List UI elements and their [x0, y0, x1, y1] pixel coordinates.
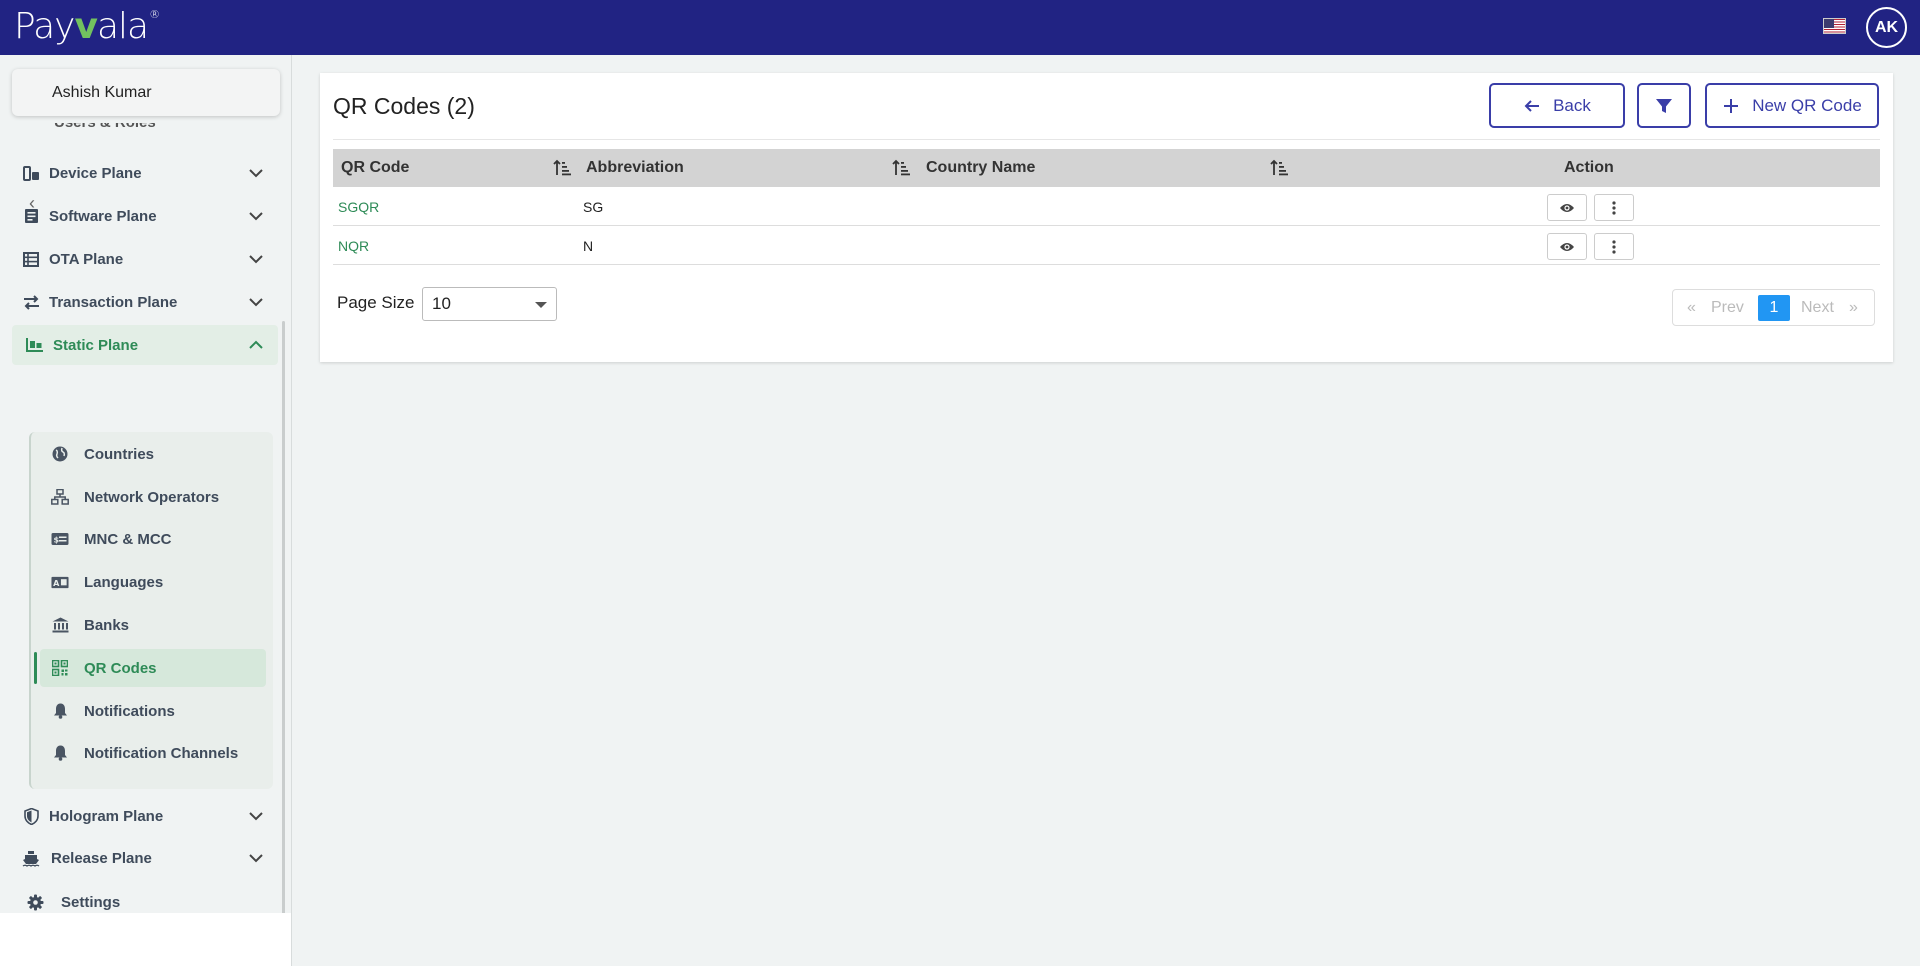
sidebar-item-users-roles[interactable]: Users & Roles ▼	[24, 123, 264, 137]
bell-icon	[51, 744, 69, 762]
chevron-down-icon	[249, 255, 263, 264]
eye-icon	[1560, 242, 1574, 251]
new-qr-code-button[interactable]: New QR Code	[1705, 83, 1879, 128]
chevron-down-icon	[249, 854, 263, 863]
language-icon: A	[51, 573, 69, 591]
arrow-left-icon	[1524, 99, 1540, 112]
sidebar-item-hologram-plane[interactable]: Hologram Plane	[12, 796, 278, 836]
sidebar-item-software-plane[interactable]: Software Plane	[12, 196, 278, 236]
chevron-down-icon: ▼	[253, 123, 263, 125]
filter-icon	[1656, 98, 1672, 113]
chevron-up-icon	[249, 340, 263, 349]
last-page-button[interactable]: »	[1849, 299, 1858, 317]
sidebar-item-languages[interactable]: A Languages	[40, 563, 266, 601]
sidebar-item-device-plane[interactable]: Device Plane	[12, 153, 278, 193]
sidebar-item-release-plane[interactable]: Release Plane	[12, 838, 278, 878]
chevron-down-icon	[249, 812, 263, 821]
sidebar-item-ota-plane[interactable]: OTA Plane	[12, 239, 278, 279]
user-name: Ashish Kumar	[52, 83, 152, 101]
column-header-abbreviation[interactable]: Abbreviation	[586, 159, 684, 177]
svg-text:$: $	[54, 536, 60, 545]
sidebar-scrollbar[interactable]	[282, 321, 285, 933]
chevron-down-icon	[249, 298, 263, 307]
network-icon	[51, 488, 69, 506]
bell-icon	[51, 702, 69, 720]
eye-icon	[1560, 203, 1574, 212]
column-header-action: Action	[1564, 159, 1614, 176]
bank-icon	[51, 616, 69, 634]
table-row: SGQR SG	[333, 187, 1880, 226]
sidebar-item-network-operators[interactable]: Network Operators	[40, 478, 266, 516]
prev-page-button[interactable]: Prev	[1711, 299, 1744, 317]
qr-code-link[interactable]: NQR	[338, 238, 369, 254]
user-avatar[interactable]: AK	[1866, 7, 1907, 48]
abbreviation-cell: N	[583, 238, 594, 254]
view-button[interactable]	[1547, 233, 1587, 260]
column-header-country-name[interactable]: Country Name	[926, 159, 1035, 177]
next-page-button[interactable]: Next	[1801, 299, 1834, 317]
cart-icon	[26, 336, 44, 354]
top-bar: Payvala® AK	[0, 0, 1920, 55]
qr-codes-card: QR Codes (2) Back New QR Code QR Code Ab…	[320, 73, 1893, 362]
qr-code-link[interactable]: SGQR	[338, 199, 379, 215]
pagination: « Prev 1 Next »	[1672, 289, 1875, 326]
abbreviation-cell: SG	[583, 199, 604, 215]
more-options-button[interactable]	[1594, 233, 1634, 260]
table-row: NQR N	[333, 226, 1880, 265]
caret-down-icon	[535, 302, 547, 308]
static-plane-submenu: Countries Network Operators $ MNC & MCC …	[29, 432, 273, 789]
sidebar-item-countries[interactable]: Countries	[40, 435, 266, 473]
user-card[interactable]: Ashish Kumar	[12, 69, 280, 116]
sidebar-item-transaction-plane[interactable]: Transaction Plane	[12, 282, 278, 322]
filter-button[interactable]	[1637, 83, 1691, 128]
money-card-icon: $	[51, 530, 69, 548]
first-page-button[interactable]: «	[1687, 299, 1696, 317]
document-icon	[22, 207, 40, 225]
list-icon	[22, 250, 40, 268]
more-options-button[interactable]	[1594, 194, 1634, 221]
sidebar-item-qr-codes[interactable]: QR Codes	[34, 649, 266, 687]
paycala-logo[interactable]: Payvala®	[14, 6, 160, 47]
chevron-down-icon	[249, 169, 263, 178]
page-size-label: Page Size	[337, 293, 415, 312]
page-title: QR Codes (2)	[333, 93, 475, 119]
sort-icon[interactable]	[553, 159, 571, 177]
sort-icon[interactable]	[1270, 159, 1288, 177]
more-vertical-icon	[1612, 239, 1616, 254]
qr-codes-table: QR Code Abbreviation Country Name Action…	[333, 149, 1880, 265]
us-flag-icon[interactable]	[1823, 18, 1846, 34]
back-button[interactable]: Back	[1489, 83, 1625, 128]
view-button[interactable]	[1547, 194, 1587, 221]
more-vertical-icon	[1612, 200, 1616, 215]
chevron-down-icon	[249, 212, 263, 221]
divider	[333, 139, 1880, 140]
sidebar-item-banks[interactable]: Banks	[40, 606, 266, 644]
sidebar: Ashish Kumar Users & Roles ▼ ‹ Device Pl…	[0, 55, 292, 933]
qr-code-icon	[51, 659, 69, 677]
shield-icon	[22, 807, 40, 825]
globe-icon	[51, 445, 69, 463]
sidebar-footer	[0, 913, 292, 966]
svg-text:A: A	[53, 578, 60, 587]
page-size-select[interactable]: 10	[422, 287, 557, 321]
sidebar-item-mnc-mcc[interactable]: $ MNC & MCC	[40, 520, 266, 558]
gear-icon	[26, 893, 44, 911]
sidebar-item-notification-channels[interactable]: Notification Channels	[40, 734, 266, 772]
sidebar-item-static-plane[interactable]: Static Plane	[12, 325, 278, 365]
table-header: QR Code Abbreviation Country Name Action	[333, 149, 1880, 187]
swap-arrows-icon	[22, 293, 40, 311]
ship-icon	[22, 849, 40, 867]
column-header-qr-code[interactable]: QR Code	[341, 159, 409, 177]
plus-icon	[1724, 98, 1739, 113]
sidebar-item-notifications[interactable]: Notifications	[40, 692, 266, 730]
current-page-button[interactable]: 1	[1758, 295, 1790, 321]
device-icon	[22, 164, 40, 182]
sort-icon[interactable]	[892, 159, 910, 177]
